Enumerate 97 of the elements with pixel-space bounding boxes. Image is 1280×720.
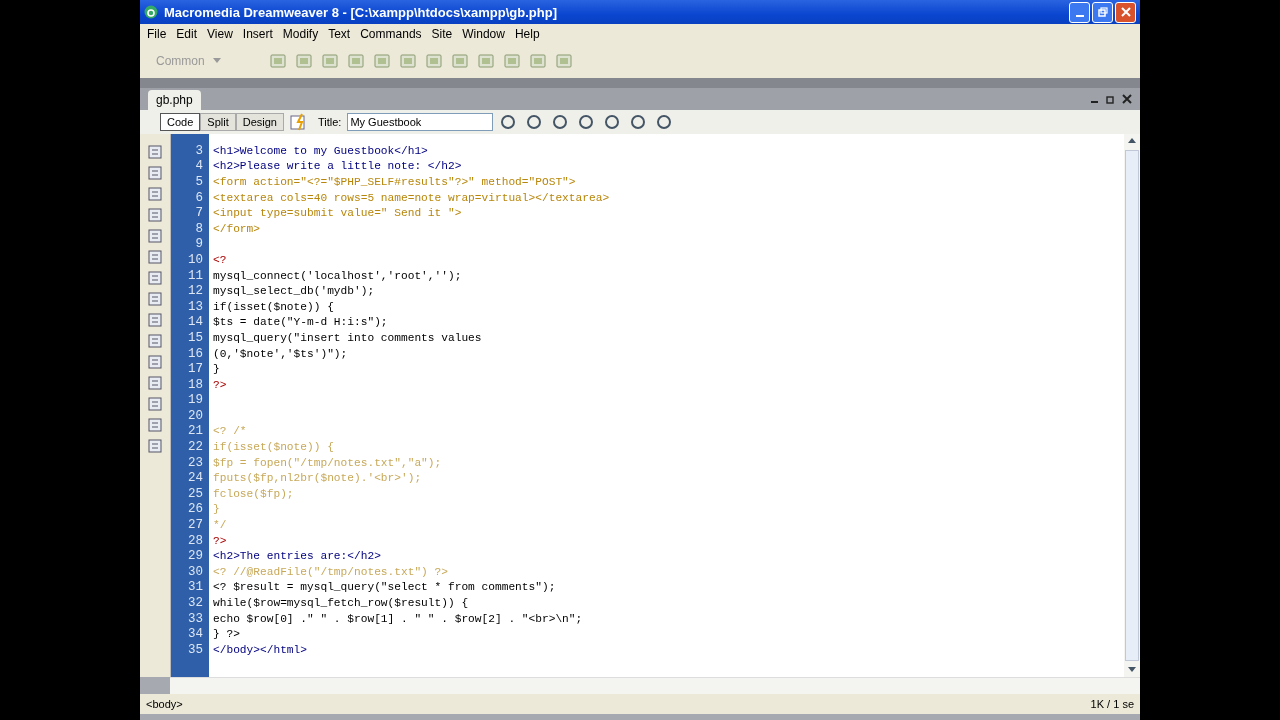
menu-item[interactable]: File — [142, 27, 172, 41]
down-arrow-icon[interactable] — [1128, 667, 1136, 673]
code-line: if(isset($note)) { — [212, 441, 334, 454]
menu-item[interactable]: Commands — [355, 27, 427, 41]
code-line: <input type=submit value=" Send it "> — [212, 207, 462, 220]
view-button[interactable]: Code — [160, 113, 201, 131]
view-button[interactable]: Split — [200, 113, 236, 131]
code-line: </body></html> — [212, 643, 307, 656]
line-number: 12 — [187, 284, 204, 299]
menu-item[interactable]: Text — [323, 27, 356, 41]
code-line: <textarea cols=40 rows=5 name=note wrap=virtual></textarea> — [212, 191, 610, 204]
line-number: 20 — [187, 408, 204, 423]
document-tab[interactable]: gb.php — [148, 90, 201, 110]
line-number: 26 — [187, 502, 204, 517]
line-number: 32 — [187, 596, 204, 610]
title-field[interactable]: My Guestbook — [347, 113, 494, 131]
code-line: } — [212, 503, 220, 516]
menu-item[interactable]: Window — [457, 27, 510, 41]
menu-item[interactable]: Site — [426, 27, 458, 41]
line-number: 3 — [194, 143, 204, 158]
line-number: 24 — [187, 471, 204, 486]
code-line: <? — [212, 253, 227, 266]
code-line: fclose($fp); — [212, 487, 294, 500]
line-number: 13 — [187, 299, 204, 314]
line-number: 6 — [194, 190, 204, 205]
code-line: if(isset($note)) { — [212, 300, 334, 313]
line-number: 4 — [194, 159, 204, 174]
code-line: $fp = fopen("/tmp/notes.txt","a"); — [212, 456, 442, 469]
menu-item[interactable]: Edit — [171, 27, 203, 41]
line-number: 27 — [187, 518, 204, 533]
line-number: 18 — [187, 377, 204, 392]
vertical-scrollbar[interactable] — [1124, 134, 1140, 677]
line-number: 23 — [187, 455, 204, 470]
title-label: Title: — [317, 116, 342, 128]
menu-item[interactable]: Modify — [277, 27, 324, 41]
line-number: 31 — [187, 580, 204, 595]
line-number: 21 — [187, 424, 204, 439]
line-number: 19 — [187, 393, 204, 408]
code-line: $ts = date("Y-m-d H:i:s"); — [212, 316, 388, 329]
restore-icon — [1097, 7, 1108, 17]
code-line: } ?> — [212, 628, 240, 641]
line-number: 30 — [187, 564, 204, 579]
up-arrow-icon[interactable] — [1128, 138, 1136, 144]
close-icon[interactable] — [1122, 94, 1132, 104]
line-number: 9 — [194, 237, 204, 252]
view-button[interactable]: Design — [235, 113, 284, 131]
line-number: 7 — [194, 206, 204, 221]
line-number: 8 — [194, 221, 204, 236]
code-line: ?> — [212, 534, 227, 547]
window-title: Macromedia Dreamweaver 8 - [C:\xampp\htdocs\xampp\gb.php] — [164, 4, 558, 20]
code-line: fputs($fp,nl2br($note).'<br>'); — [212, 472, 422, 485]
line-number: 15 — [187, 330, 204, 345]
restore-icon[interactable] — [1106, 94, 1116, 104]
line-number: 22 — [187, 440, 204, 455]
line-number: 33 — [187, 611, 204, 626]
line-number: 10 — [187, 252, 204, 267]
code-line: echo $row[0] ." " . $row[1] . " " . $row[2] . "<br>\n"; — [212, 612, 583, 625]
line-number: 17 — [187, 362, 204, 377]
restore-button[interactable] — [1092, 1, 1113, 23]
code-line: <h2>Please write a little note: </h2> — [212, 160, 462, 173]
code-line: <? //@ReadFile("/tmp/notes.txt") ?> — [212, 565, 448, 578]
code-line: <h1>Welcome to my Guestbook</h1> — [212, 144, 428, 157]
line-number: 29 — [187, 549, 204, 564]
line-number: 14 — [187, 315, 204, 330]
tag-selector[interactable]: <body> — [146, 698, 183, 710]
code-line: <? /* — [212, 425, 247, 438]
code-line: mysql_connect('localhost','root',''); — [212, 269, 462, 282]
code-line: while($row=mysql_fetch_row($result)) { — [212, 597, 469, 609]
code-line: */ — [212, 519, 227, 532]
line-number: 34 — [187, 627, 204, 642]
close-button[interactable] — [1115, 1, 1136, 23]
code-line: <? $result = mysql_query("select * from comments"); — [212, 581, 556, 594]
close-icon — [1120, 7, 1131, 17]
code-line: </form> — [212, 222, 260, 235]
minimize-icon — [1075, 15, 1084, 17]
menu-item[interactable]: Help — [509, 27, 545, 41]
app-icon — [144, 5, 158, 19]
menu-item[interactable]: Insert — [237, 27, 278, 41]
code-line: mysql_query("insert into comments values — [212, 331, 482, 344]
code-line: <form action="<?="$PHP_SELF#results"?>" method="POST"> — [212, 176, 576, 188]
line-number: 35 — [187, 642, 204, 657]
code-line: ?> — [212, 378, 227, 391]
horizontal-scrollbar[interactable] — [170, 677, 1140, 694]
lightning-icon[interactable] — [289, 113, 308, 131]
code-line: mysql_select_db('mydb'); — [212, 285, 375, 298]
caret-icon[interactable] — [212, 58, 221, 64]
line-number: 25 — [187, 486, 204, 501]
line-number: 28 — [187, 533, 204, 548]
line-number: 16 — [187, 346, 204, 361]
code-line: } — [212, 363, 220, 376]
menu-item[interactable]: View — [202, 27, 238, 41]
file-size-text: 1K / 1 se — [1090, 698, 1134, 710]
code-line: <h2>The entries are:</h2> — [212, 550, 381, 563]
line-number: 11 — [187, 268, 204, 283]
line-number: 5 — [194, 175, 204, 189]
code-line: (0,'$note','$ts')"); — [212, 347, 348, 360]
minimize-button[interactable] — [1069, 1, 1090, 23]
